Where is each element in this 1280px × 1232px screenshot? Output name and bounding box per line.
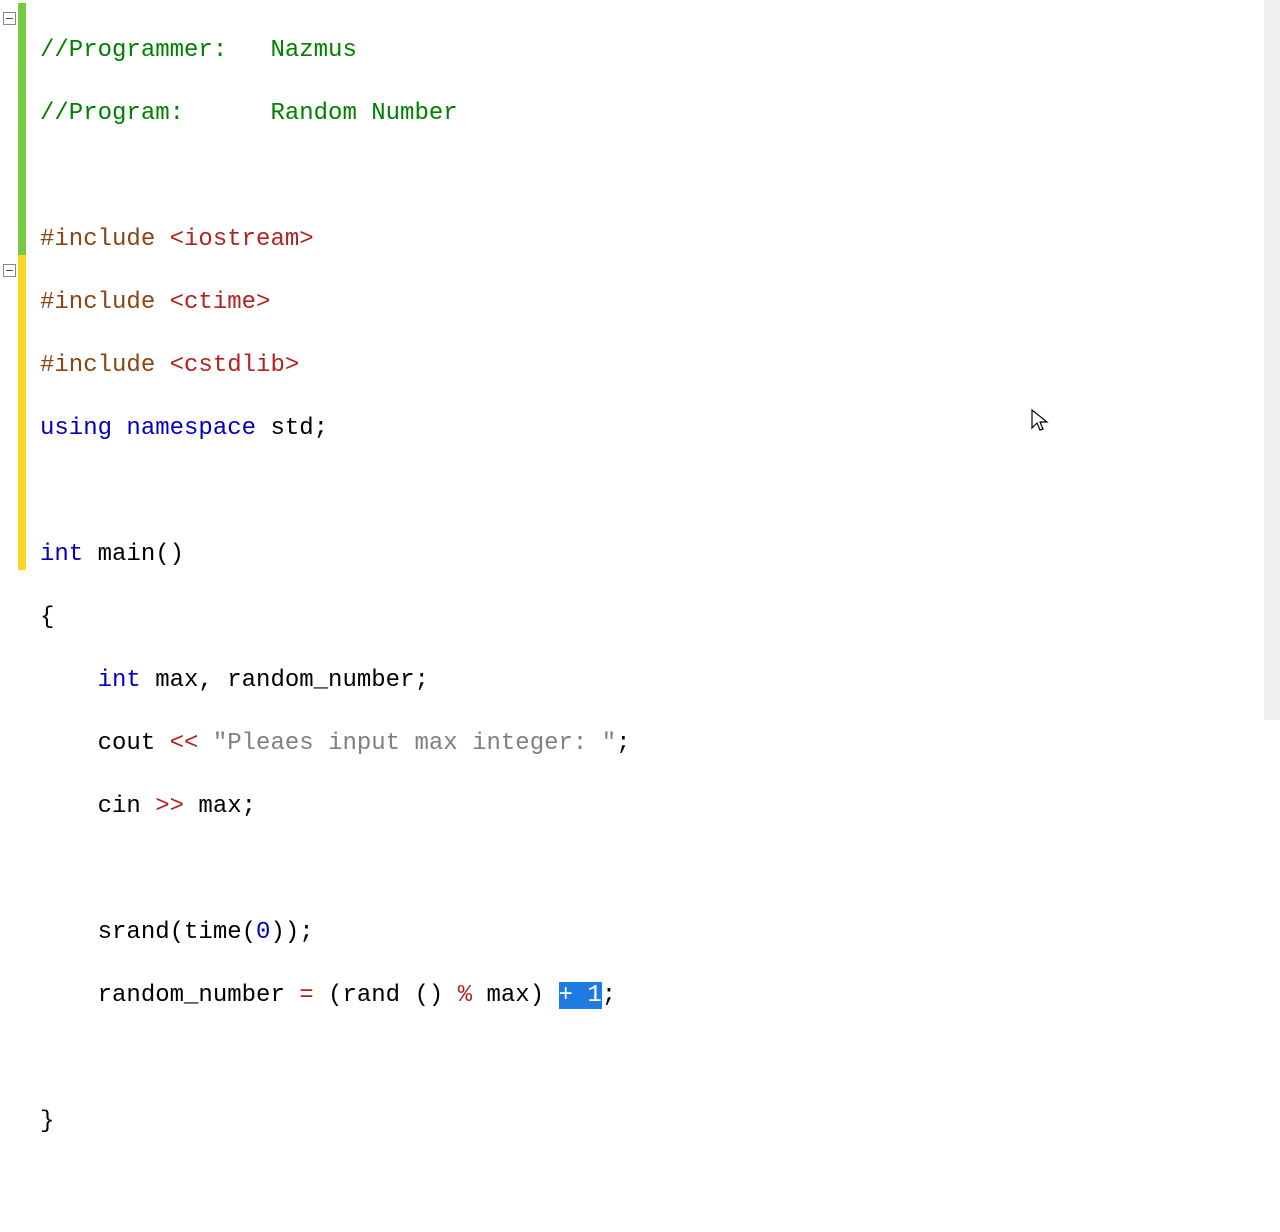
code-text: std; bbox=[256, 415, 328, 442]
code-text: main() bbox=[83, 541, 184, 568]
code-header: <cstdlib> bbox=[170, 352, 300, 379]
code-text: cout bbox=[40, 730, 170, 757]
fold-toggle-icon[interactable] bbox=[3, 264, 16, 277]
code-operator: % bbox=[458, 982, 472, 1009]
code-text: ; bbox=[602, 982, 616, 1009]
code-keyword: int bbox=[40, 541, 83, 568]
code-text bbox=[40, 667, 98, 694]
code-keyword: using bbox=[40, 415, 112, 442]
code-text: cin bbox=[40, 793, 155, 820]
code-number: 0 bbox=[256, 919, 270, 946]
code-comment: //Program: Random Number bbox=[40, 100, 458, 127]
code-keyword: int bbox=[98, 667, 141, 694]
code-text: max, random_number; bbox=[141, 667, 429, 694]
code-preprocessor: #include bbox=[40, 289, 170, 316]
code-header: <iostream> bbox=[170, 226, 314, 253]
code-text: max; bbox=[184, 793, 256, 820]
code-preprocessor: #include bbox=[40, 352, 170, 379]
fold-gutter bbox=[0, 0, 18, 720]
code-text: (rand () bbox=[314, 982, 458, 1009]
code-comment: //Programmer: Nazmus bbox=[40, 37, 357, 64]
code-preprocessor: #include bbox=[40, 226, 170, 253]
code-selection: + 1 bbox=[559, 982, 602, 1009]
vertical-scrollbar[interactable] bbox=[1264, 0, 1280, 720]
code-header: <ctime> bbox=[170, 289, 271, 316]
code-editor[interactable]: //Programmer: Nazmus //Program: Random N… bbox=[26, 0, 1280, 720]
code-text: srand(time( bbox=[40, 919, 256, 946]
code-operator: = bbox=[299, 982, 313, 1009]
code-keyword: namespace bbox=[126, 415, 256, 442]
code-text: { bbox=[40, 604, 54, 631]
code-text: random_number bbox=[40, 982, 299, 1009]
code-text: )); bbox=[270, 919, 313, 946]
change-marker-bar bbox=[18, 0, 26, 720]
code-operator: << bbox=[170, 730, 199, 757]
code-string: "Pleaes input max integer: " bbox=[213, 730, 616, 757]
code-text: ; bbox=[616, 730, 630, 757]
code-text: } bbox=[40, 1108, 54, 1135]
code-operator: >> bbox=[155, 793, 184, 820]
code-text: max) bbox=[472, 982, 558, 1009]
fold-toggle-icon[interactable] bbox=[3, 12, 16, 25]
